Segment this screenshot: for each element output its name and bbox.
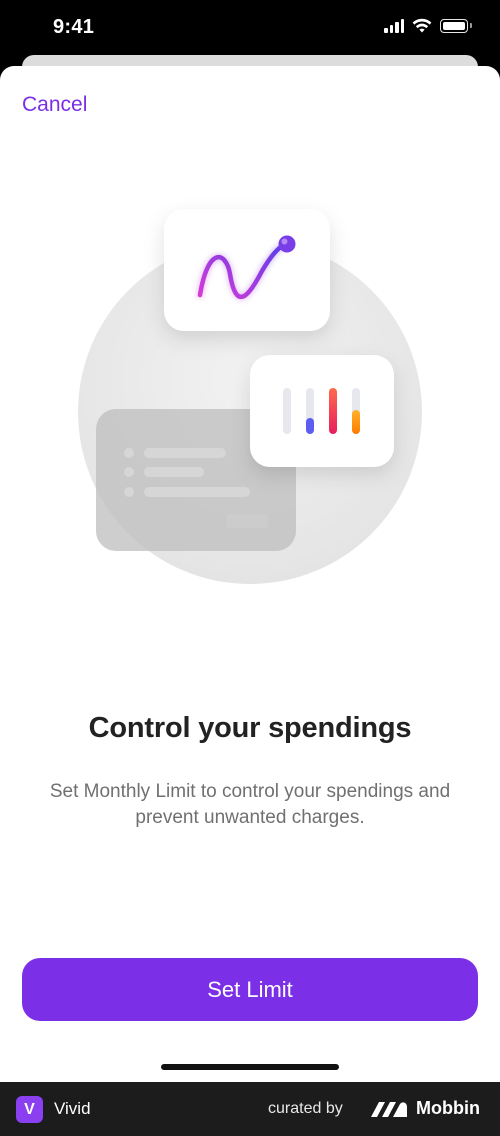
wifi-icon — [412, 18, 432, 33]
modal-sheet: Cancel Control your spendings Set Monthl… — [0, 66, 500, 1082]
home-indicator[interactable] — [161, 1064, 339, 1070]
battery-icon — [440, 18, 472, 33]
vivid-logo-icon: V — [16, 1096, 43, 1123]
spending-illustration — [78, 209, 422, 584]
page-title: Control your spendings — [88, 712, 412, 744]
cellular-signal-icon — [384, 18, 404, 33]
set-limit-button[interactable]: Set Limit — [22, 958, 478, 1021]
mobbin-name: Mobbin — [416, 1098, 480, 1118]
line-chart-card — [164, 209, 330, 331]
status-icons — [384, 18, 472, 33]
bar-chart-card — [250, 355, 394, 467]
brand-name: Vivid — [54, 1099, 91, 1118]
status-bar: 9:41 — [0, 0, 500, 56]
page-subtitle: Set Monthly Limit to control your spendi… — [49, 781, 451, 828]
mobbin-logo-icon — [371, 1102, 407, 1117]
curated-by-label: curated by — [268, 1100, 343, 1117]
status-time: 9:41 — [53, 16, 95, 38]
footer-bar: V Vivid curated by Mobbin — [0, 1082, 500, 1136]
